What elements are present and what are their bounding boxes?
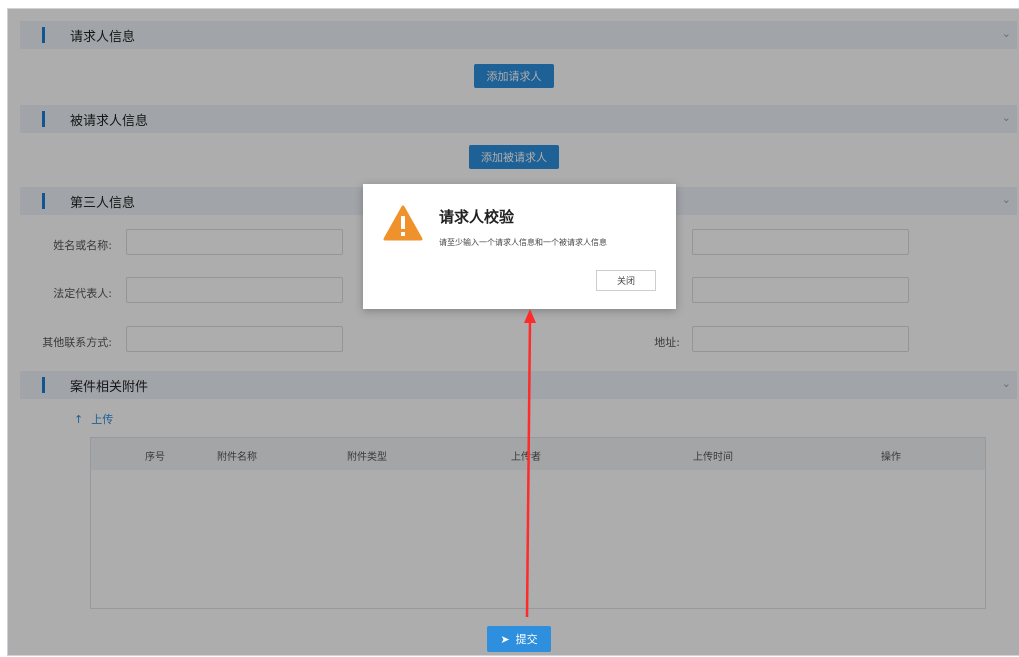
form-frame: 请求人信息 ⌄ 添加请求人 被请求人信息 ⌄ 添加被请求人 第三人信息 ⌄ 姓名… — [7, 8, 1019, 656]
annotation-arrow — [524, 309, 536, 618]
